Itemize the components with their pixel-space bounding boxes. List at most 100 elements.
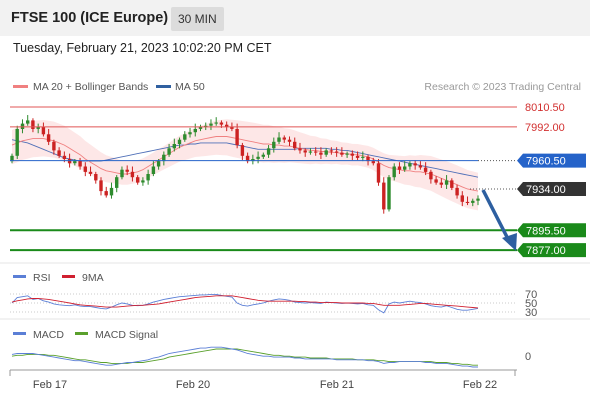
candle-body <box>465 201 470 203</box>
candle-body <box>434 179 438 183</box>
price-plot <box>10 115 480 214</box>
candle-body <box>167 148 171 155</box>
candle-body <box>193 129 197 133</box>
candle-body <box>235 129 239 146</box>
candle-body <box>376 163 381 183</box>
candle-body <box>41 126 46 135</box>
time-tick-label: Feb 21 <box>320 379 354 391</box>
candle-body <box>403 166 407 170</box>
ma50-legend-label: MA 50 <box>175 81 205 93</box>
rsi-swatch <box>13 275 26 278</box>
candle-body <box>214 122 218 124</box>
candle-body <box>151 166 156 174</box>
macd-signal-legend-label: MACD Signal <box>95 329 158 341</box>
candle-body <box>15 129 19 156</box>
candle-body <box>46 134 51 142</box>
candle-body <box>115 177 119 188</box>
time-tick-label: Feb 22 <box>463 379 497 391</box>
candle-body <box>361 156 365 158</box>
candle-body <box>130 171 135 178</box>
level-label: 7895.50 <box>526 225 566 237</box>
candle-body <box>209 123 213 126</box>
candle-body <box>219 122 224 125</box>
rsi-ma-swatch <box>62 275 75 278</box>
candle-body <box>57 150 61 156</box>
candle-body <box>382 182 386 210</box>
candle-body <box>52 141 56 151</box>
candle-body <box>444 180 449 185</box>
rsi-line <box>11 293 479 314</box>
research-credit: Research © 2023 Trading Central <box>424 81 581 93</box>
candle-body <box>298 148 302 151</box>
candle-body <box>392 166 396 178</box>
candle-body <box>423 167 428 172</box>
time-tick-label: Feb 17 <box>33 379 67 391</box>
candle-body <box>387 177 391 210</box>
candle-body <box>460 195 464 202</box>
candle-body <box>303 150 307 153</box>
macd-plot: 0 <box>11 346 531 368</box>
candle-body <box>314 151 318 153</box>
candle-body <box>277 137 281 142</box>
candle-body <box>345 153 349 155</box>
candle-body <box>67 159 72 164</box>
candle-body <box>329 150 334 152</box>
candle-body <box>371 161 375 164</box>
forecast-arrow <box>481 189 517 251</box>
candle-body <box>20 123 25 129</box>
candle-body <box>308 151 313 153</box>
time-tick-label: Feb 20 <box>176 379 210 391</box>
candle-body <box>476 198 480 201</box>
candle-body <box>455 187 459 196</box>
candle-body <box>141 180 145 183</box>
candle-body <box>183 134 187 140</box>
macd-signal-swatch <box>75 332 88 335</box>
candle-body <box>83 166 87 172</box>
candle-body <box>272 141 276 149</box>
candle-body <box>319 152 323 155</box>
macd-legend-label: MACD <box>33 329 64 341</box>
level-label: 7992.00 <box>525 122 565 134</box>
candle-body <box>26 120 30 124</box>
rsi-legend: RSI 9MA <box>13 272 104 284</box>
candle-body <box>287 139 292 142</box>
level-label: 7960.50 <box>526 156 566 168</box>
bollinger-band <box>12 119 478 211</box>
chart-canvas: MA 20 + Bollinger Bands MA 50 Research ©… <box>0 81 590 391</box>
level-label: 8010.50 <box>525 102 565 114</box>
candle-body <box>439 182 443 185</box>
candle-body <box>397 166 402 170</box>
rsi-ma-legend-label: 9MA <box>82 272 104 284</box>
candle-body <box>418 165 423 168</box>
candle-body <box>172 144 176 149</box>
rsi-plot: 705030 <box>10 289 537 319</box>
candle-body <box>256 156 260 159</box>
macd-swatch <box>13 332 26 335</box>
candle-body <box>429 171 433 180</box>
candle-body <box>282 137 286 140</box>
candle-body <box>94 174 98 181</box>
candle-body <box>146 174 150 181</box>
ma20-legend-label: MA 20 + Bollinger Bands <box>33 81 148 93</box>
candle-body <box>413 163 417 166</box>
level-label: 7877.00 <box>526 245 566 257</box>
macd-legend: MACD MACD Signal <box>13 329 158 341</box>
candle-body <box>240 145 245 156</box>
macd-signal-line <box>11 348 478 366</box>
ma50-swatch <box>156 85 171 88</box>
candle-body <box>99 180 103 192</box>
macd-tick-label: 0 <box>525 351 531 363</box>
candle-body <box>266 148 271 155</box>
candle-body <box>109 187 114 196</box>
candle-body <box>293 141 297 149</box>
candle-body <box>62 155 67 159</box>
candle-body <box>104 191 108 196</box>
candle-body <box>136 177 140 183</box>
level-label: 7934.00 <box>526 184 566 196</box>
time-axis: Feb 17 Feb 20 Feb 21 Feb 22 <box>9 369 517 391</box>
candle-body <box>408 163 412 167</box>
candle-body <box>355 155 360 158</box>
main-legend: MA 20 + Bollinger Bands MA 50 Research ©… <box>13 81 581 93</box>
candle-body <box>120 169 124 178</box>
candle-body <box>340 152 344 155</box>
